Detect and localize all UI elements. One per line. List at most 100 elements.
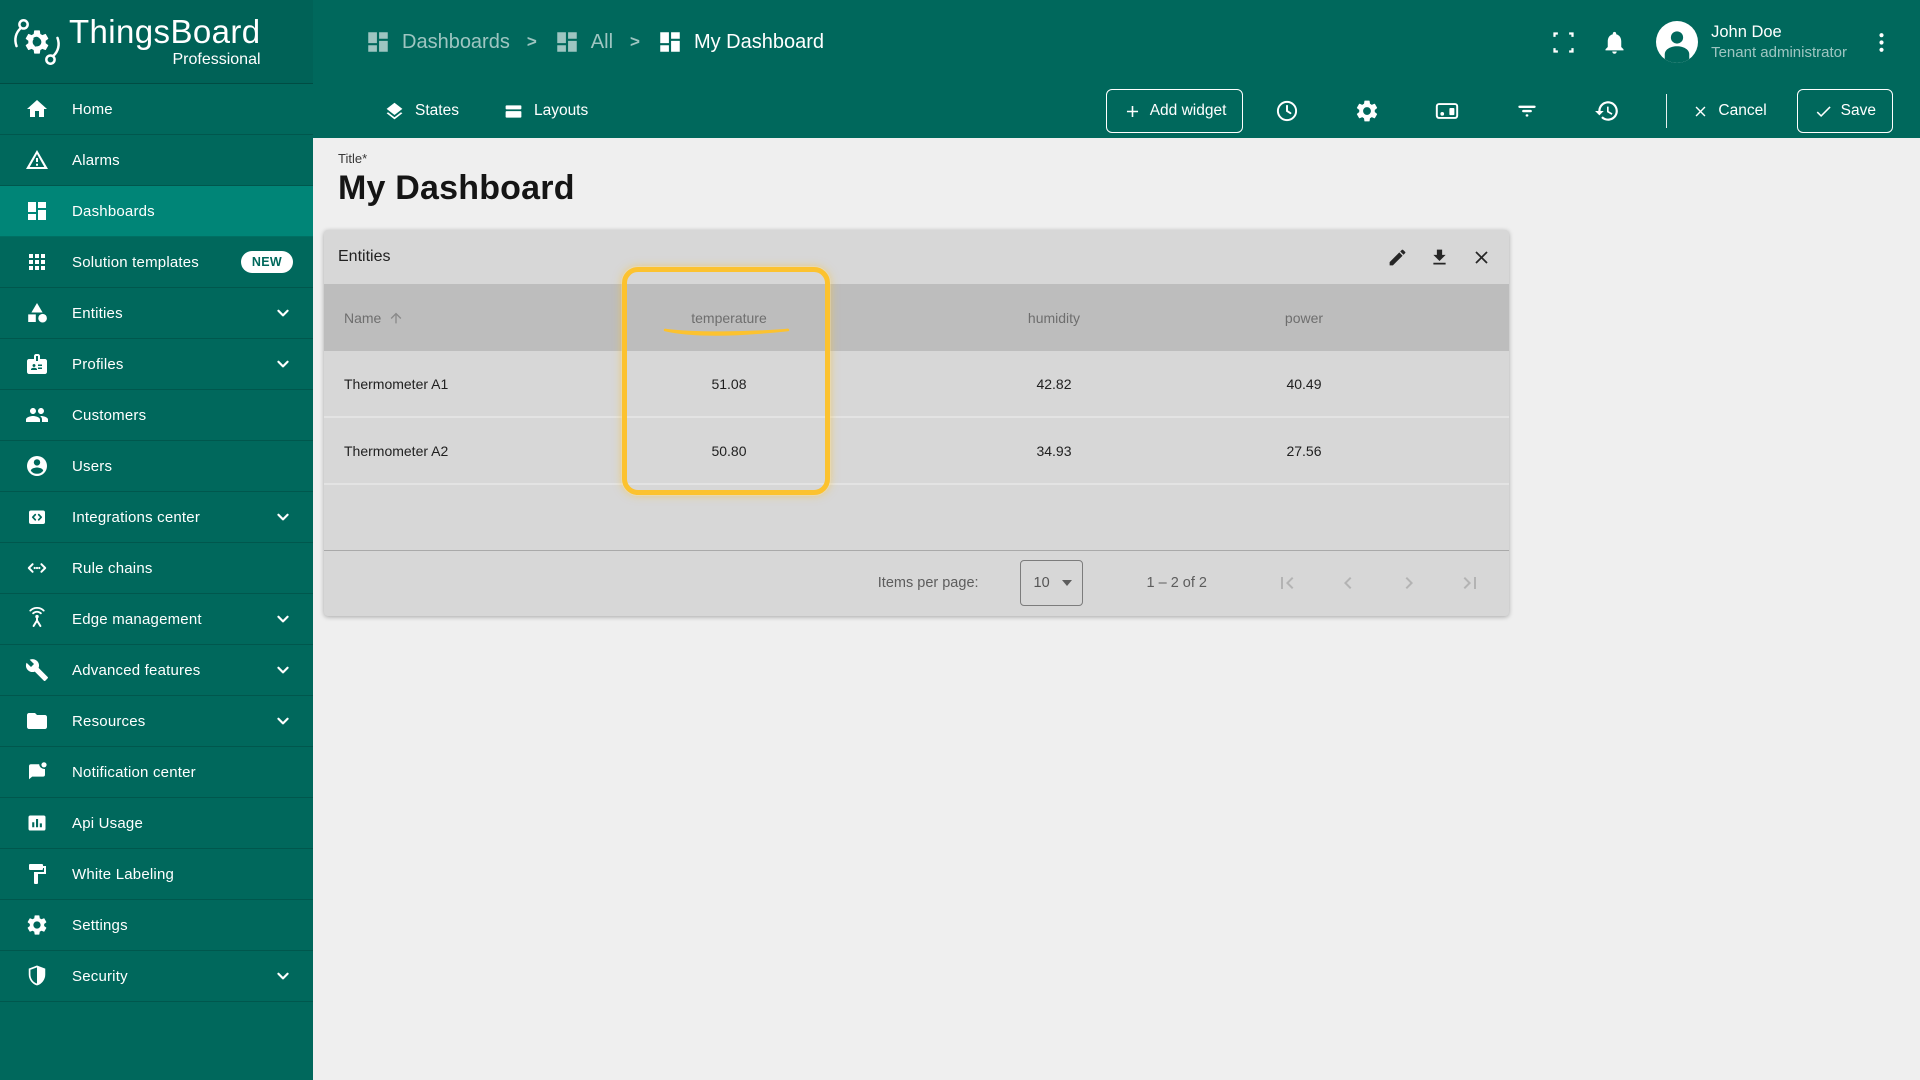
sidebar-item-api-usage[interactable]: Api Usage <box>0 798 313 849</box>
breadcrumb: Dashboards > All > My Dashboard <box>365 29 824 55</box>
dashboard-settings-gear-icon[interactable] <box>1354 98 1380 124</box>
sidebar-item-settings[interactable]: Settings <box>0 900 313 951</box>
toolbar-right: Add widget Cancel Save <box>1105 89 1893 133</box>
title-field-label: Title* <box>338 151 368 166</box>
dashboards-icon <box>365 29 391 55</box>
chevron-down-icon <box>273 507 293 527</box>
first-page-icon[interactable] <box>1275 571 1299 595</box>
cell-humidity: 34.93 <box>1036 442 1072 459</box>
header-actions: John Doe Tenant administrator <box>1550 21 1894 63</box>
chevron-down-icon <box>273 660 293 680</box>
cell-humidity: 42.82 <box>1036 375 1072 392</box>
fullscreen-icon[interactable] <box>1550 29 1577 56</box>
filter-icon[interactable] <box>1514 98 1540 124</box>
sidebar-item-notification-center[interactable]: Notification center <box>0 747 313 798</box>
layouts-button[interactable]: Layouts <box>503 101 588 122</box>
chevron-down-icon <box>273 609 293 629</box>
save-button[interactable]: Save <box>1796 89 1893 133</box>
sidebar-item-users[interactable]: Users <box>0 441 313 492</box>
column-header-temperature[interactable]: temperature <box>624 310 834 326</box>
cell-temperature: 51.08 <box>711 375 747 392</box>
breadcrumb-all[interactable]: All <box>554 29 613 55</box>
sidebar-item-solution-templates[interactable]: Solution templates NEW <box>0 237 313 288</box>
edit-pencil-icon[interactable] <box>1387 247 1408 268</box>
apps-grid-icon <box>25 250 49 274</box>
sidebar-item-home[interactable]: Home <box>0 84 313 135</box>
entity-aliases-devices-icon[interactable] <box>1434 98 1460 124</box>
notifications-bell-icon[interactable] <box>1601 29 1628 56</box>
layouts-icon <box>503 101 524 122</box>
states-button[interactable]: States <box>384 101 459 122</box>
add-widget-button[interactable]: Add widget <box>1105 89 1244 133</box>
sidebar-item-edge-management[interactable]: Edge management <box>0 594 313 645</box>
sidebar-item-rule-chains[interactable]: Rule chains <box>0 543 313 594</box>
close-icon[interactable] <box>1471 247 1492 268</box>
layers-icon <box>384 101 405 122</box>
top-header: Dashboards > All > My Dashboard John Doe… <box>313 0 1920 84</box>
breadcrumb-separator: > <box>630 32 640 51</box>
cell-entity-name: Thermometer A1 <box>344 375 449 392</box>
next-page-icon[interactable] <box>1397 571 1421 595</box>
previous-page-icon[interactable] <box>1336 571 1360 595</box>
items-per-page-select[interactable]: 10 <box>1019 560 1083 606</box>
close-icon <box>1692 103 1709 120</box>
badge-icon <box>25 352 49 376</box>
sidebar-item-resources[interactable]: Resources <box>0 696 313 747</box>
user-menu[interactable]: John Doe Tenant administrator <box>1711 22 1847 63</box>
chevron-down-icon <box>273 711 293 731</box>
breadcrumb-dashboards[interactable]: Dashboards <box>365 29 510 55</box>
person-circle-icon <box>25 454 49 478</box>
last-page-icon[interactable] <box>1458 571 1482 595</box>
check-icon <box>1814 102 1833 121</box>
dashboard-title-field[interactable]: Title* My Dashboard <box>313 138 1920 208</box>
table-row[interactable]: Thermometer A1 51.08 42.82 40.49 <box>324 351 1509 418</box>
thingsboard-logo-icon <box>14 18 60 65</box>
table-empty-area <box>324 485 1509 550</box>
sidebar-item-alarms[interactable]: Alarms <box>0 135 313 186</box>
download-icon[interactable] <box>1429 247 1450 268</box>
dashboard-content: Title* My Dashboard Entities Name temper… <box>313 138 1920 1080</box>
column-header-name[interactable]: Name <box>324 310 624 326</box>
sort-ascending-arrow-icon <box>388 310 404 326</box>
avatar[interactable] <box>1656 21 1699 63</box>
pagination-controls <box>1275 571 1482 595</box>
sidebar-item-integrations-center[interactable]: Integrations center <box>0 492 313 543</box>
sidebar-item-entities[interactable]: Entities <box>0 288 313 339</box>
breadcrumb-my-dashboard[interactable]: My Dashboard <box>657 29 824 55</box>
paint-roller-icon <box>25 862 49 886</box>
kebab-menu-icon[interactable] <box>1869 30 1894 55</box>
shield-icon <box>25 964 49 988</box>
version-control-history-icon[interactable] <box>1594 98 1620 124</box>
sidebar-item-white-labeling[interactable]: White Labeling <box>0 849 313 900</box>
chevron-down-icon <box>273 303 293 323</box>
table-row[interactable]: Thermometer A2 50.80 34.93 27.56 <box>324 418 1509 485</box>
chevron-down-icon <box>273 966 293 986</box>
dashboards-icon <box>554 29 580 55</box>
sidebar-item-dashboards[interactable]: Dashboards <box>0 186 313 237</box>
column-header-humidity[interactable]: humidity <box>834 310 1274 326</box>
time-window-icon[interactable] <box>1274 98 1300 124</box>
widget-actions <box>1387 247 1492 268</box>
app-logo[interactable]: ThingsBoard Professional <box>0 0 313 84</box>
column-header-power[interactable]: power <box>1274 310 1334 326</box>
app-edition: Professional <box>172 50 261 68</box>
breadcrumb-separator: > <box>526 32 537 51</box>
new-badge: NEW <box>240 251 293 273</box>
sidebar-item-advanced-features[interactable]: Advanced features <box>0 645 313 696</box>
sidebar-item-security[interactable]: Security <box>0 951 313 1002</box>
chat-unread-icon <box>25 760 49 784</box>
rule-chain-icon <box>25 556 49 580</box>
dashboards-icon <box>25 199 49 223</box>
cancel-button[interactable]: Cancel <box>1692 102 1767 120</box>
people-icon <box>25 403 49 427</box>
antenna-icon <box>25 607 49 631</box>
sidebar-item-customers[interactable]: Customers <box>0 390 313 441</box>
sidebar-item-profiles[interactable]: Profiles <box>0 339 313 390</box>
sidebar: ThingsBoard Professional Home Alarms Das… <box>0 0 313 1080</box>
table-pagination: Items per page: 10 1 – 2 of 2 <box>324 550 1509 615</box>
widget-title: Entities <box>338 248 391 265</box>
items-per-page-label: Items per page: <box>877 575 979 591</box>
wrench-icon <box>25 658 49 682</box>
app-name: ThingsBoard <box>69 12 261 50</box>
user-role: Tenant administrator <box>1711 43 1847 61</box>
